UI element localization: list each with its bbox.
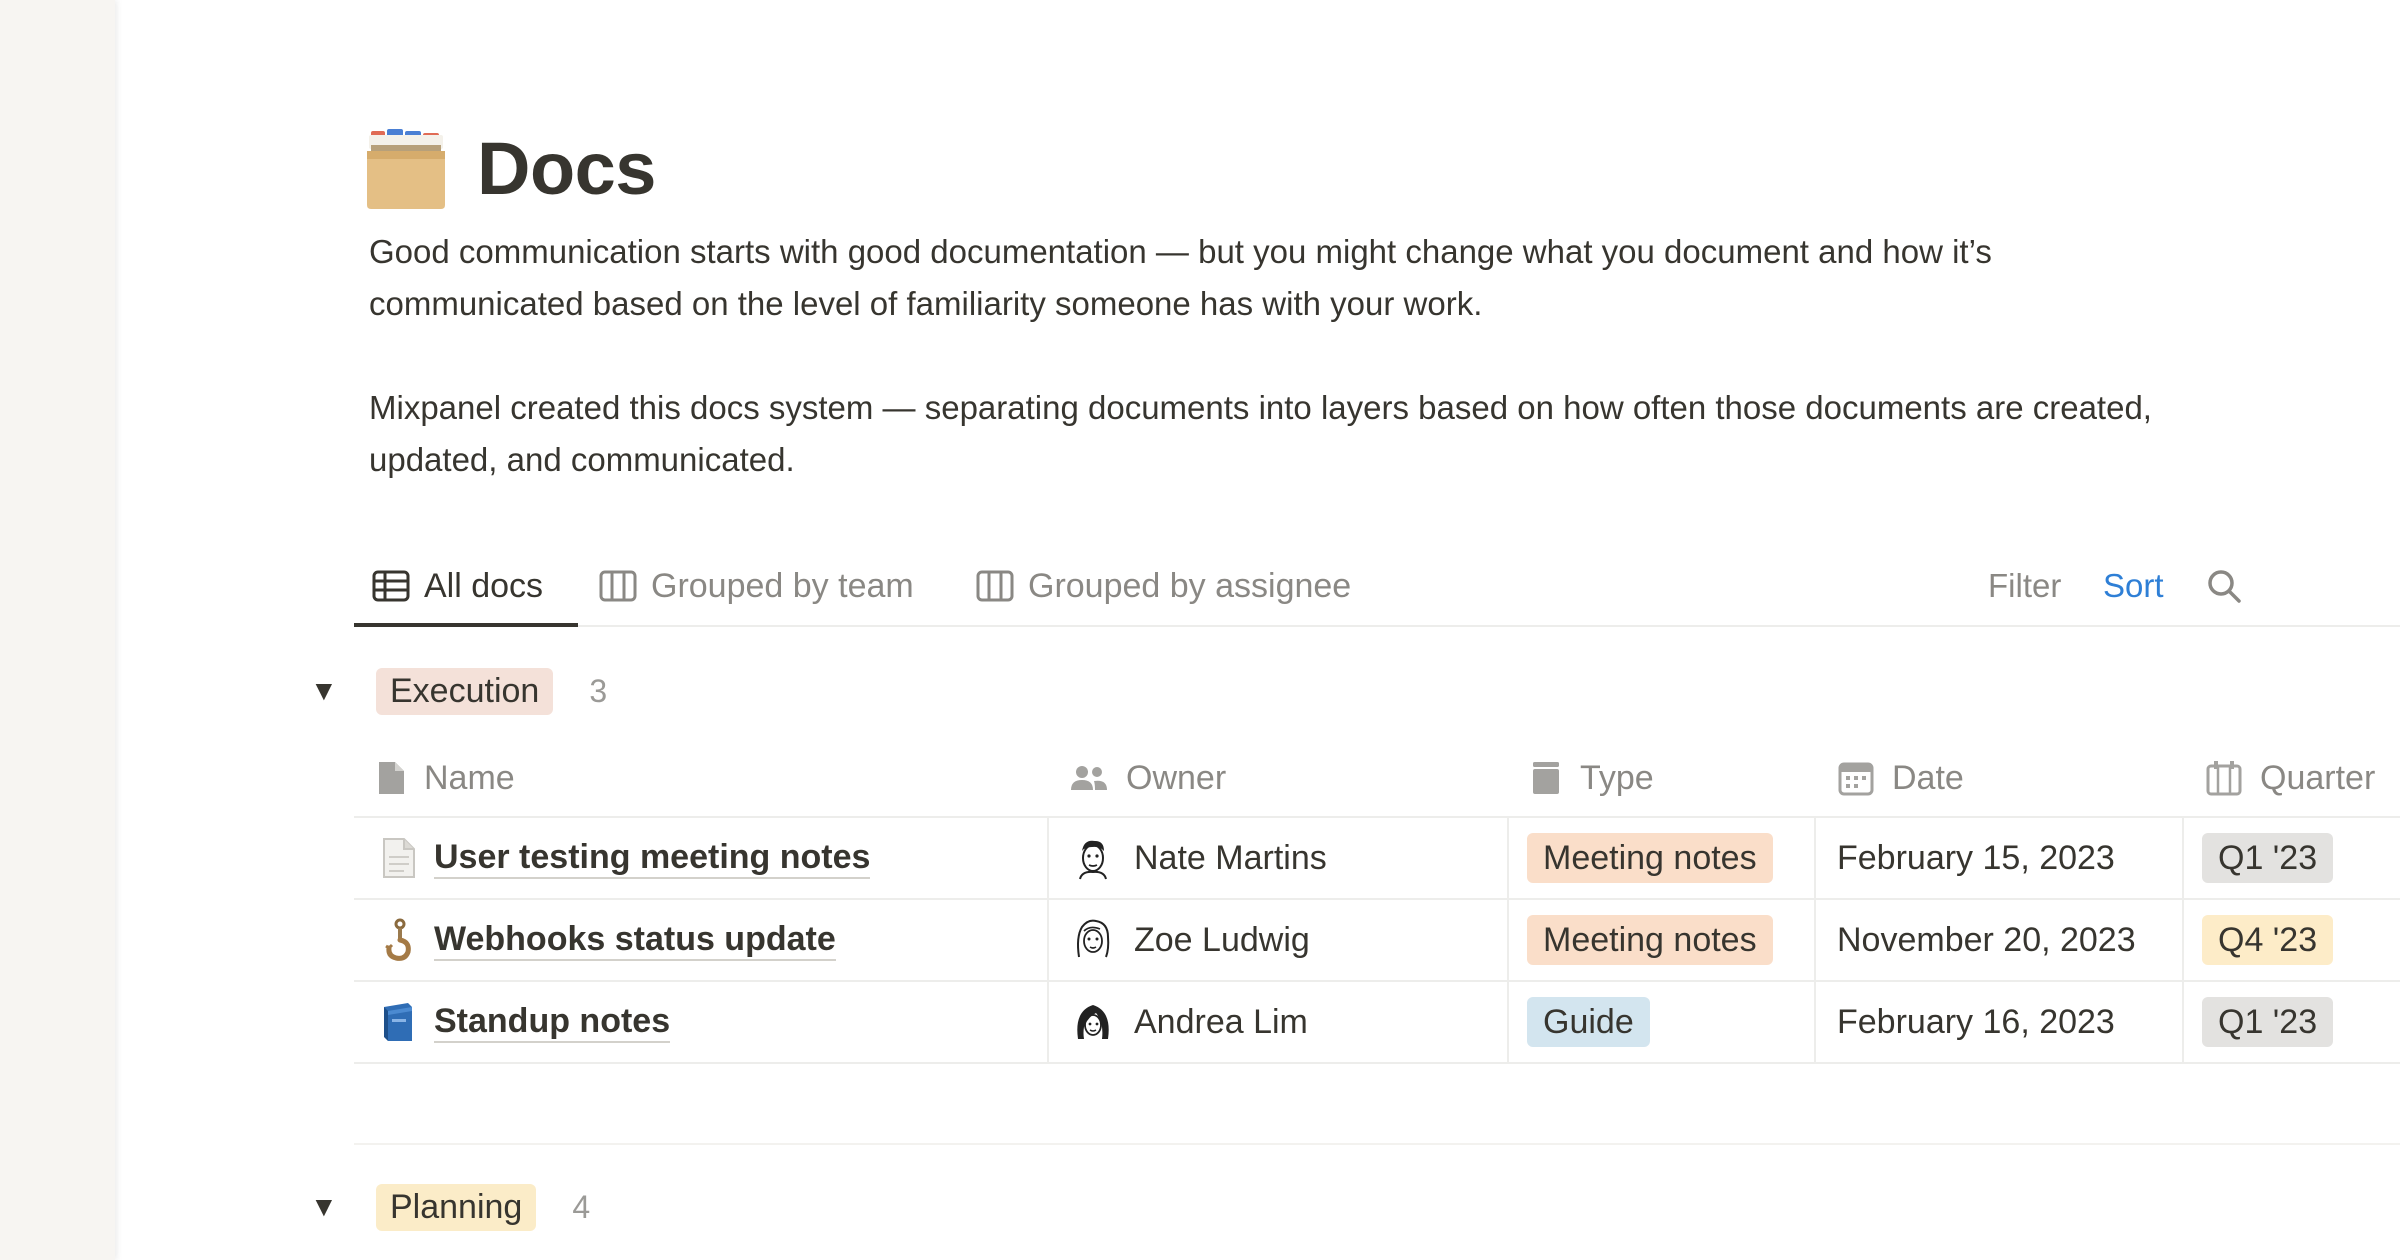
column-divider [1814, 900, 1816, 980]
column-divider [2182, 900, 2184, 980]
column-divider [1047, 982, 1049, 1062]
owner-name: Andrea Lim [1134, 1002, 1308, 1041]
group-label[interactable]: Planning [376, 1183, 537, 1231]
select-icon [1533, 762, 1559, 794]
card-index-dividers-icon[interactable] [365, 125, 447, 211]
document-icon [379, 762, 404, 794]
table-row[interactable]: Webhooks status update Zoe Ludwig Meetin… [354, 900, 2400, 982]
doc-title-link[interactable]: Webhooks status update [434, 919, 836, 961]
cell-owner[interactable]: Andrea Lim [1070, 982, 1308, 1062]
cell-type[interactable]: Meeting notes [1527, 900, 1773, 980]
cell-type[interactable]: Meeting notes [1527, 818, 1773, 898]
column-label: Quarter [2260, 758, 2376, 797]
sidebar-edge [0, 0, 115, 1260]
page-description: Good communication starts with good docu… [369, 226, 2209, 538]
tab-label: Grouped by assignee [1028, 566, 1352, 605]
cell-date[interactable]: February 16, 2023 [1837, 982, 2115, 1062]
active-tab-indicator [354, 623, 578, 627]
cell-date[interactable]: February 15, 2023 [1837, 818, 2115, 898]
type-tag: Meeting notes [1527, 915, 1773, 965]
people-icon [1071, 766, 1107, 790]
board-icon [976, 570, 1014, 602]
column-divider [2182, 982, 2184, 1062]
blue-book-icon [376, 1000, 420, 1044]
docs-table: Name Owner Type Date Quarter User testin… [354, 738, 2400, 1064]
doc-title-link[interactable]: Standup notes [434, 1001, 671, 1043]
column-header-date[interactable]: Date [1838, 738, 1964, 818]
column-header-type[interactable]: Type [1530, 738, 1654, 818]
calendar-icon [1838, 762, 1874, 796]
description-paragraph: Good communication starts with good docu… [369, 233, 1992, 322]
cell-name[interactable]: Webhooks status update [376, 900, 836, 980]
quarter-tag: Q1 '23 [2202, 997, 2334, 1047]
column-header-name[interactable]: Name [376, 738, 515, 818]
group-count: 3 [589, 672, 608, 709]
hook-icon [376, 918, 420, 962]
tab-label: All docs [424, 566, 544, 605]
column-label: Owner [1126, 758, 1227, 797]
cell-date[interactable]: November 20, 2023 [1837, 900, 2136, 980]
cell-quarter[interactable]: Q4 '23 [2202, 900, 2334, 980]
collapse-toggle-icon[interactable]: ▼ [310, 1191, 340, 1223]
avatar [1071, 836, 1115, 880]
quarter-tag: Q4 '23 [2202, 915, 2334, 965]
owner-name: Nate Martins [1134, 838, 1327, 877]
table-row[interactable]: User testing meeting notes Nate Martins … [354, 818, 2400, 900]
tab-grouped-by-assignee[interactable]: Grouped by assignee [976, 545, 1351, 627]
type-tag: Meeting notes [1527, 833, 1773, 883]
table-row[interactable]: Standup notes Andrea Lim Guide February … [354, 982, 2400, 1064]
column-divider [1047, 818, 1049, 898]
column-divider [1507, 818, 1509, 898]
avatar [1071, 1000, 1115, 1044]
cell-quarter[interactable]: Q1 '23 [2202, 818, 2334, 898]
avatar [1071, 918, 1115, 962]
view-bar: All docs Grouped by team Grouped by assi… [354, 545, 2400, 627]
doc-title-link[interactable]: User testing meeting notes [434, 837, 871, 879]
cell-owner[interactable]: Nate Martins [1070, 818, 1327, 898]
column-divider [1507, 982, 1509, 1062]
board-icon [599, 570, 637, 602]
cell-name[interactable]: User testing meeting notes [376, 818, 871, 898]
collapse-toggle-icon[interactable]: ▼ [310, 675, 340, 707]
search-icon [2208, 570, 2241, 603]
column-header-owner[interactable]: Owner [1070, 738, 1226, 818]
column-label: Date [1892, 758, 1964, 797]
column-divider [1814, 982, 1816, 1062]
tab-label: Grouped by team [651, 566, 914, 605]
column-label: Type [1580, 758, 1654, 797]
page-title[interactable]: Docs [477, 126, 656, 211]
column-divider [1814, 818, 1816, 898]
group-separator [354, 1143, 2400, 1145]
group-label[interactable]: Execution [376, 667, 554, 715]
page-header: Docs [365, 118, 656, 218]
group-count: 4 [572, 1188, 591, 1225]
type-tag: Guide [1527, 997, 1650, 1047]
column-divider [1047, 900, 1049, 980]
cell-quarter[interactable]: Q1 '23 [2202, 982, 2334, 1062]
cell-type[interactable]: Guide [1527, 982, 1650, 1062]
column-label: Name [424, 758, 515, 797]
page-icon [376, 836, 420, 880]
cell-owner[interactable]: Zoe Ludwig [1070, 900, 1310, 980]
group-header-planning: ▼ Planning 4 [310, 1181, 590, 1233]
quarter-tag: Q1 '23 [2202, 833, 2334, 883]
tab-all-docs[interactable]: All docs [372, 545, 543, 627]
cell-name[interactable]: Standup notes [376, 982, 671, 1062]
column-divider [1507, 900, 1509, 980]
tab-grouped-by-team[interactable]: Grouped by team [599, 545, 914, 627]
column-divider [2182, 818, 2184, 898]
owner-name: Zoe Ludwig [1134, 920, 1310, 959]
filter-button[interactable]: Filter [1988, 545, 2061, 627]
calendar-grid-icon [2206, 761, 2242, 796]
table-header: Name Owner Type Date Quarter [354, 738, 2400, 818]
sort-button[interactable]: Sort [2103, 545, 2164, 627]
table-icon [372, 570, 410, 602]
group-header-execution: ▼ Execution 3 [310, 665, 607, 717]
search-button[interactable] [2206, 545, 2242, 627]
column-header-quarter[interactable]: Quarter [2206, 738, 2375, 818]
description-paragraph: Mixpanel created this docs system — sepa… [369, 389, 2152, 478]
